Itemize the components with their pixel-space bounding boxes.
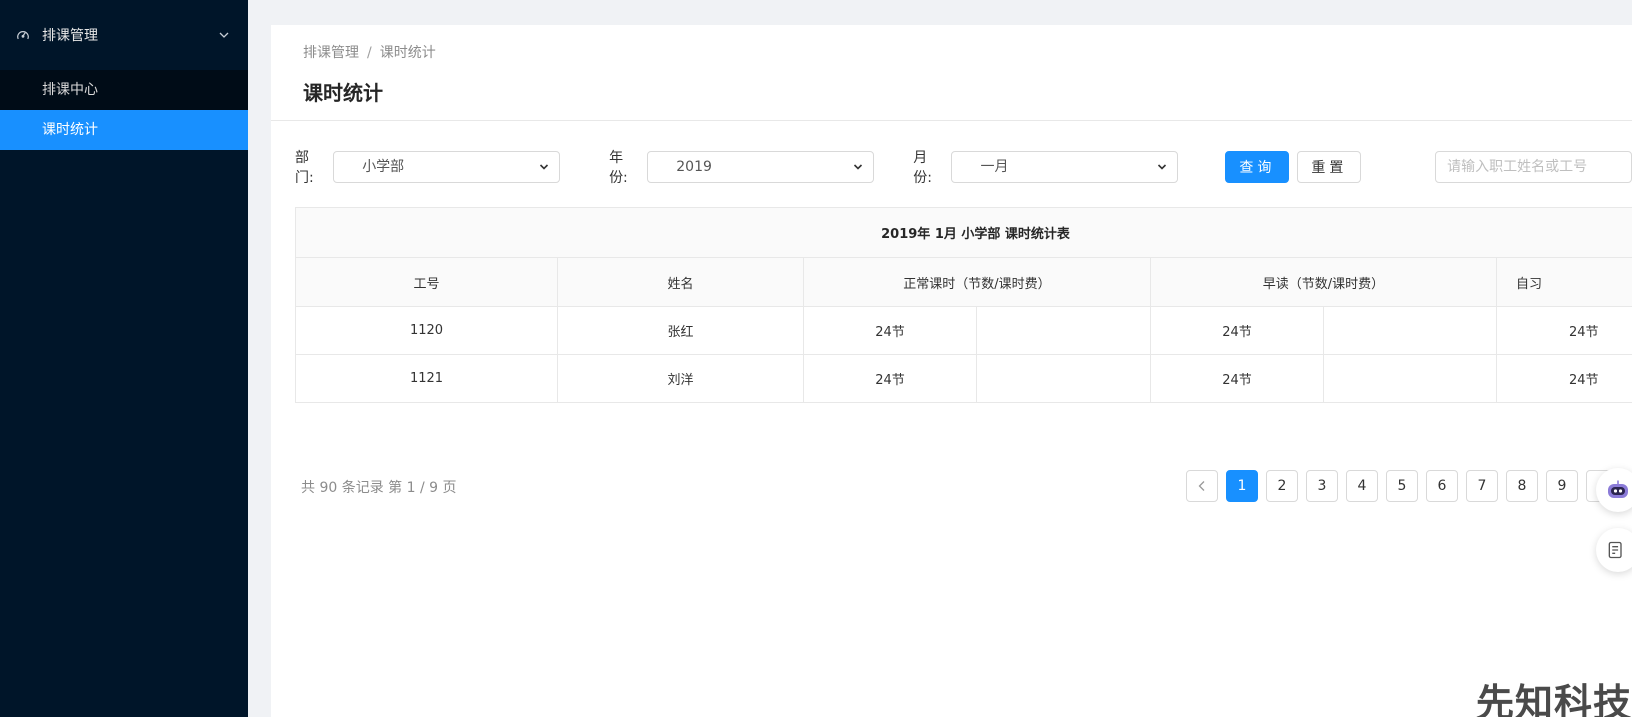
chevron-left-icon <box>1198 481 1205 491</box>
cell-morning-count: 24节 <box>1150 306 1324 355</box>
submenu: 排课中心 课时统计 <box>0 70 248 150</box>
cell-name: 刘洋 <box>557 354 804 403</box>
query-button[interactable]: 查询 <box>1225 151 1290 183</box>
table-caption-text: 2019年 1月 小学部 课时统计表 <box>881 227 1070 242</box>
cell-normal-fee <box>976 306 1151 355</box>
main-content: 排课管理 / 课时统计 课时统计 部门: 小学部 年份: 2019 月份: 一月 查… <box>271 25 1632 717</box>
chevron-down-icon <box>853 164 863 170</box>
breadcrumb-root[interactable]: 排课管理 <box>303 45 359 61</box>
header-self-study-text: 自习 <box>1516 276 1543 292</box>
header-morning-reading: 早读（节数/课时费） <box>1150 257 1497 307</box>
reset-button[interactable]: 重置 <box>1297 151 1362 183</box>
month-select[interactable]: 一月 <box>951 151 1179 183</box>
page-1-button[interactable]: 1 <box>1226 470 1258 502</box>
chevron-down-icon <box>539 164 548 170</box>
page-2-button[interactable]: 2 <box>1266 470 1298 502</box>
document-icon <box>1608 541 1622 559</box>
cell-study-count: 24节 <box>1495 306 1632 355</box>
robot-icon <box>1608 480 1628 498</box>
table-caption: 2019年 1月 小学部 课时统计表 <box>294 207 1632 258</box>
prev-page-button[interactable] <box>1186 470 1218 502</box>
chevron-down-icon[interactable] <box>218 29 230 41</box>
page-6-button[interactable]: 6 <box>1426 470 1458 502</box>
page-4-button[interactable]: 4 <box>1346 470 1378 502</box>
page-9-button[interactable]: 9 <box>1546 470 1578 502</box>
menu-group-label: 排课管理 <box>42 28 98 44</box>
page-header: 排课管理 / 课时统计 课时统计 <box>271 25 1632 121</box>
table-row: 1121 刘洋 24节 24节 24节 <box>295 354 1632 403</box>
department-label: 部门: <box>295 150 314 186</box>
cell-normal-fee <box>976 354 1151 403</box>
header-normal-hours: 正常课时（节数/课时费） <box>803 257 1151 307</box>
search-input[interactable]: 请输入职工姓名或工号 <box>1435 151 1632 183</box>
cell-normal-count: 24节 <box>803 354 977 403</box>
watermark-logo: 先知科技 <box>1476 681 1632 717</box>
department-select-value: 小学部 <box>362 159 405 175</box>
sidebar-item-schedule-center[interactable]: 排课中心 <box>0 70 248 110</box>
header-employee-id: 工号 <box>295 257 558 307</box>
page-5-button[interactable]: 5 <box>1386 470 1418 502</box>
stats-table: 2019年 1月 小学部 课时统计表 工号 姓名 正常课时（节数/课时费） 早读… <box>294 207 1632 403</box>
assistant-bot-button[interactable] <box>1596 468 1632 512</box>
cell-morning-count: 24节 <box>1150 354 1324 403</box>
filter-bar: 部门: 小学部 年份: 2019 月份: 一月 查询 重置 请输入职工姓名或工号 <box>295 150 1632 186</box>
cell-morning-fee <box>1323 354 1497 403</box>
menu-group-scheduling[interactable]: 排课管理 <box>0 0 248 70</box>
cell-study-count-text: 24节 <box>1569 373 1599 388</box>
cell-morning-fee <box>1323 306 1497 355</box>
page-8-button[interactable]: 8 <box>1506 470 1538 502</box>
notes-button[interactable] <box>1596 528 1632 572</box>
breadcrumb-current: 课时统计 <box>379 45 436 61</box>
cell-study-count-text: 24节 <box>1569 325 1599 340</box>
pagination-summary: 共 90 条记录 第 1 / 9 页 <box>301 480 457 496</box>
breadcrumb: 排课管理 / 课时统计 <box>303 43 1600 63</box>
department-select[interactable]: 小学部 <box>333 151 560 183</box>
header-name: 姓名 <box>557 257 804 307</box>
year-select-value: 2019 <box>676 159 712 175</box>
chevron-down-icon <box>1158 164 1167 170</box>
cell-study-count: 24节 <box>1495 354 1632 403</box>
table-row: 1120 张红 24节 24节 24节 <box>295 306 1632 355</box>
cell-normal-count: 24节 <box>803 306 977 355</box>
pagination: 1 2 3 4 5 6 7 8 9 <box>1186 470 1626 502</box>
page-7-button[interactable]: 7 <box>1466 470 1498 502</box>
breadcrumb-separator: / <box>367 45 372 61</box>
cell-employee-id: 1120 <box>295 306 558 355</box>
year-label: 年份: <box>609 150 628 186</box>
dashboard-icon <box>17 31 29 40</box>
sidebar-item-class-hours[interactable]: 课时统计 <box>0 110 248 150</box>
page-title: 课时统计 <box>303 81 383 105</box>
header-self-study: 自习 <box>1495 257 1632 307</box>
cell-employee-id: 1121 <box>295 354 558 403</box>
year-select[interactable]: 2019 <box>647 151 874 183</box>
sidebar: 排课管理 排课中心 课时统计 <box>0 0 248 717</box>
month-select-value: 一月 <box>980 159 1009 175</box>
page-3-button[interactable]: 3 <box>1306 470 1338 502</box>
month-label: 月份: <box>913 150 933 186</box>
cell-name: 张红 <box>557 306 804 355</box>
stats-table-wrapper: 2019年 1月 小学部 课时统计表 工号 姓名 正常课时（节数/课时费） 早读… <box>294 207 1632 403</box>
